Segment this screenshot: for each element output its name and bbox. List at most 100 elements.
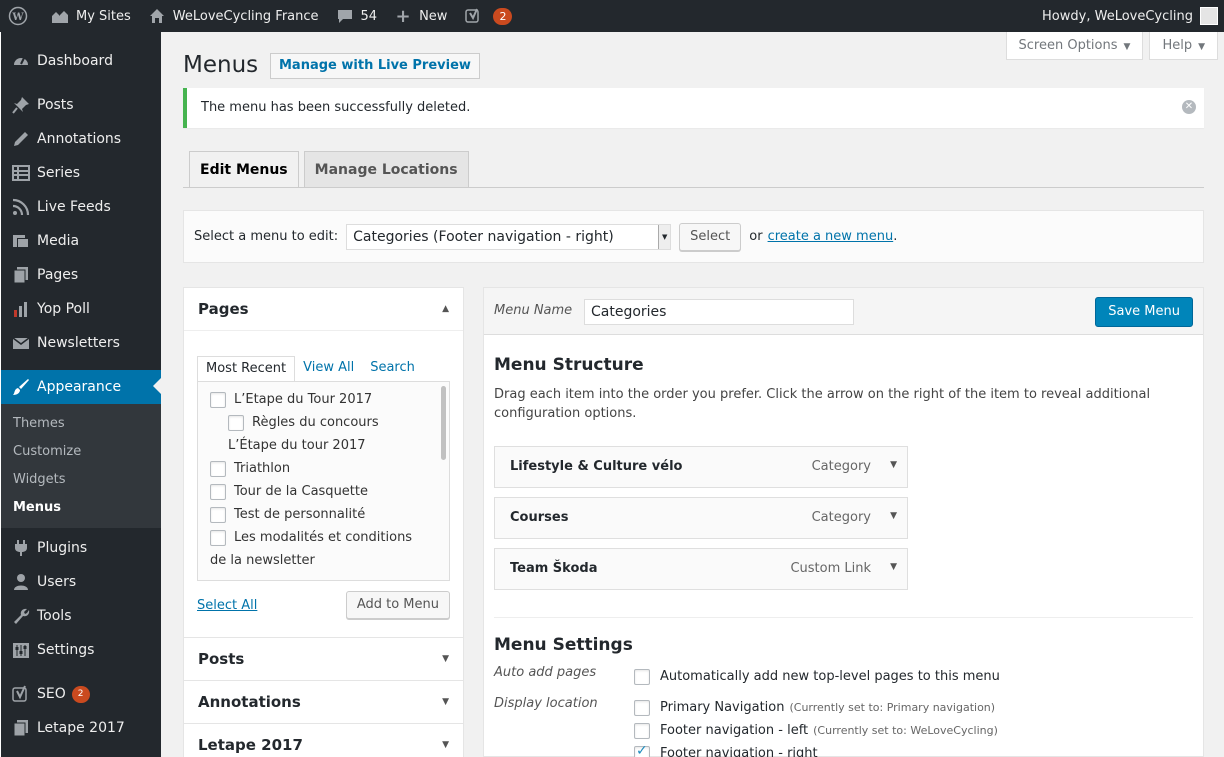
sidebar-item-posts[interactable]: Posts — [1, 88, 161, 122]
user-account-menu[interactable]: Howdy, WeLoveCycling — [1034, 0, 1218, 32]
avatar — [1200, 7, 1218, 25]
caret-down-icon: ▼ — [442, 697, 449, 707]
wordpress-logo-button[interactable]: W — [0, 0, 42, 32]
tab-manage-locations[interactable]: Manage Locations — [303, 151, 469, 187]
sidebar-item-plugins[interactable]: Plugins — [1, 531, 161, 565]
success-notice: The menu has been successfully deleted. … — [183, 88, 1204, 128]
posts-section-title: Posts — [198, 650, 245, 668]
page-checkbox[interactable] — [210, 391, 226, 408]
sidebar-item-letape-2017[interactable]: Letape 2017 — [1, 711, 161, 745]
location-checkbox[interactable] — [634, 743, 650, 757]
submenu-item-themes[interactable]: Themes — [1, 410, 161, 438]
main-content: Screen Options ▼ Help ▼ Menus Manage with … — [161, 32, 1224, 757]
sidebar-item-series[interactable]: Series — [1, 156, 161, 190]
sidebar-item-annotations[interactable]: Annotations — [1, 122, 161, 156]
page-checkbox[interactable] — [228, 414, 244, 431]
sidebar-item-newsletters[interactable]: Newsletters — [1, 326, 161, 360]
pages-section-header[interactable]: Pages ▲ — [184, 288, 463, 330]
menu-select-bar: Select a menu to edit: Categories (Foote… — [183, 210, 1204, 263]
tab-edit-menus[interactable]: Edit Menus — [189, 151, 299, 188]
menu-management: Menu Name Categories Save Menu Menu Stru… — [483, 287, 1204, 757]
menu-item[interactable]: Team Škoda Custom Link ▼ — [494, 548, 908, 590]
location-name: Footer navigation - left — [660, 723, 809, 738]
submenu-item-customize[interactable]: Customize — [1, 438, 161, 466]
letape-section-title: Letape 2017 — [198, 736, 303, 754]
sidebar-item-appearance[interactable]: Appearance — [1, 370, 161, 404]
home-icon — [147, 6, 167, 26]
page-checkbox[interactable] — [210, 460, 226, 477]
menu-item[interactable]: Courses Category ▼ — [494, 497, 908, 539]
posts-section: Posts ▼ — [183, 638, 464, 681]
seo-menu[interactable]: 2 — [455, 0, 520, 32]
page-checkbox[interactable] — [210, 506, 226, 523]
sidebar-item-live-feeds[interactable]: Live Feeds — [1, 190, 161, 224]
comment-icon — [335, 6, 355, 26]
letape-section-header[interactable]: Letape 2017 ▼ — [184, 724, 463, 757]
menu-name-input[interactable]: Categories — [584, 299, 854, 325]
comments-menu[interactable]: 54 — [327, 0, 386, 32]
location-checkbox[interactable] — [634, 699, 650, 716]
sidebar-item-label: Yop Poll — [37, 301, 90, 317]
menu-item[interactable]: Lifestyle & Culture vélo Category ▼ — [494, 446, 908, 488]
dismiss-icon[interactable]: ✕ — [1182, 100, 1196, 114]
save-menu-button[interactable]: Save Menu — [1095, 297, 1193, 327]
location-checkbox[interactable] — [634, 722, 650, 739]
site-name-menu[interactable]: WeLoveCycling France — [139, 0, 327, 32]
sliders-icon — [11, 640, 31, 660]
page-label: Les modalités et conditions — [234, 530, 413, 545]
brush-icon — [11, 377, 31, 397]
auto-add-text: Automatically add new top-level pages to… — [660, 669, 1000, 684]
manage-live-preview-button[interactable]: Manage with Live Preview — [270, 53, 480, 79]
caret-down-icon: ▼ — [442, 654, 449, 664]
submenu-item-menus[interactable]: Menus — [1, 494, 161, 522]
sidebar-item-pages[interactable]: Pages — [1, 258, 161, 292]
auto-add-option: Automatically add new top-level pages to… — [634, 665, 1193, 688]
sidebar-item-yop-poll[interactable]: Yop Poll — [1, 292, 161, 326]
my-sites-menu[interactable]: My Sites — [42, 0, 139, 32]
annotations-section-title: Annotations — [198, 693, 301, 711]
rss-icon — [11, 197, 31, 217]
page-label: Tour de la Casquette — [234, 484, 368, 499]
new-label: New — [419, 8, 448, 24]
sidebar-item-seo[interactable]: SEO 2 — [1, 677, 161, 711]
screen-options-button[interactable]: Screen Options ▼ — [1005, 32, 1144, 60]
tab-search[interactable]: Search — [362, 356, 423, 381]
expand-arrow-icon[interactable]: ▼ — [890, 460, 897, 470]
annotations-section-header[interactable]: Annotations ▼ — [184, 681, 463, 723]
select-all-link[interactable]: Select All — [197, 598, 257, 613]
auto-add-checkbox[interactable] — [634, 668, 650, 685]
sidebar-item-media[interactable]: Media — [1, 224, 161, 258]
new-content-menu[interactable]: + New — [385, 0, 455, 32]
sidebar-item-dashboard[interactable]: Dashboard — [1, 44, 161, 78]
menu-structure-title: Menu Structure — [494, 355, 644, 375]
sidebar-item-label: Letape 2017 — [37, 720, 125, 736]
create-new-menu-link[interactable]: create a new menu — [768, 229, 894, 244]
sidebar-item-users[interactable]: Users — [1, 565, 161, 599]
help-button[interactable]: Help ▼ — [1149, 32, 1218, 60]
select-button[interactable]: Select — [679, 222, 742, 251]
posts-section-header[interactable]: Posts ▼ — [184, 638, 463, 680]
poll-icon — [11, 299, 31, 319]
page-checkbox[interactable] — [210, 529, 226, 546]
menu-select-dropdown[interactable]: Categories (Footer navigation - right) ▼ — [346, 223, 672, 250]
expand-arrow-icon[interactable]: ▼ — [890, 562, 897, 572]
expand-arrow-icon[interactable]: ▼ — [890, 511, 897, 521]
wrench-icon — [11, 606, 31, 626]
sidebar-item-label: SEO — [37, 686, 66, 702]
scrollbar-thumb[interactable] — [441, 386, 446, 460]
tab-most-recent[interactable]: Most Recent — [197, 356, 296, 381]
mail-icon — [11, 333, 31, 353]
admin-bar: W My Sites WeLoveCycling France 54 + New… — [0, 0, 1224, 32]
plug-icon — [11, 538, 31, 558]
submenu-item-widgets[interactable]: Widgets — [1, 466, 161, 494]
svg-text:W: W — [11, 12, 24, 23]
caret-down-icon: ▼ — [1198, 42, 1205, 52]
user-icon — [11, 572, 31, 592]
tab-view-all[interactable]: View All — [295, 356, 362, 381]
add-to-menu-button[interactable]: Add to Menu — [345, 591, 450, 619]
caret-down-icon: ▼ — [1123, 42, 1131, 52]
sidebar-item-tools[interactable]: Tools — [1, 599, 161, 633]
sidebar-item-settings[interactable]: Settings — [1, 633, 161, 667]
page-checkbox[interactable] — [210, 483, 226, 500]
page-label: Règles du concours — [252, 415, 379, 430]
